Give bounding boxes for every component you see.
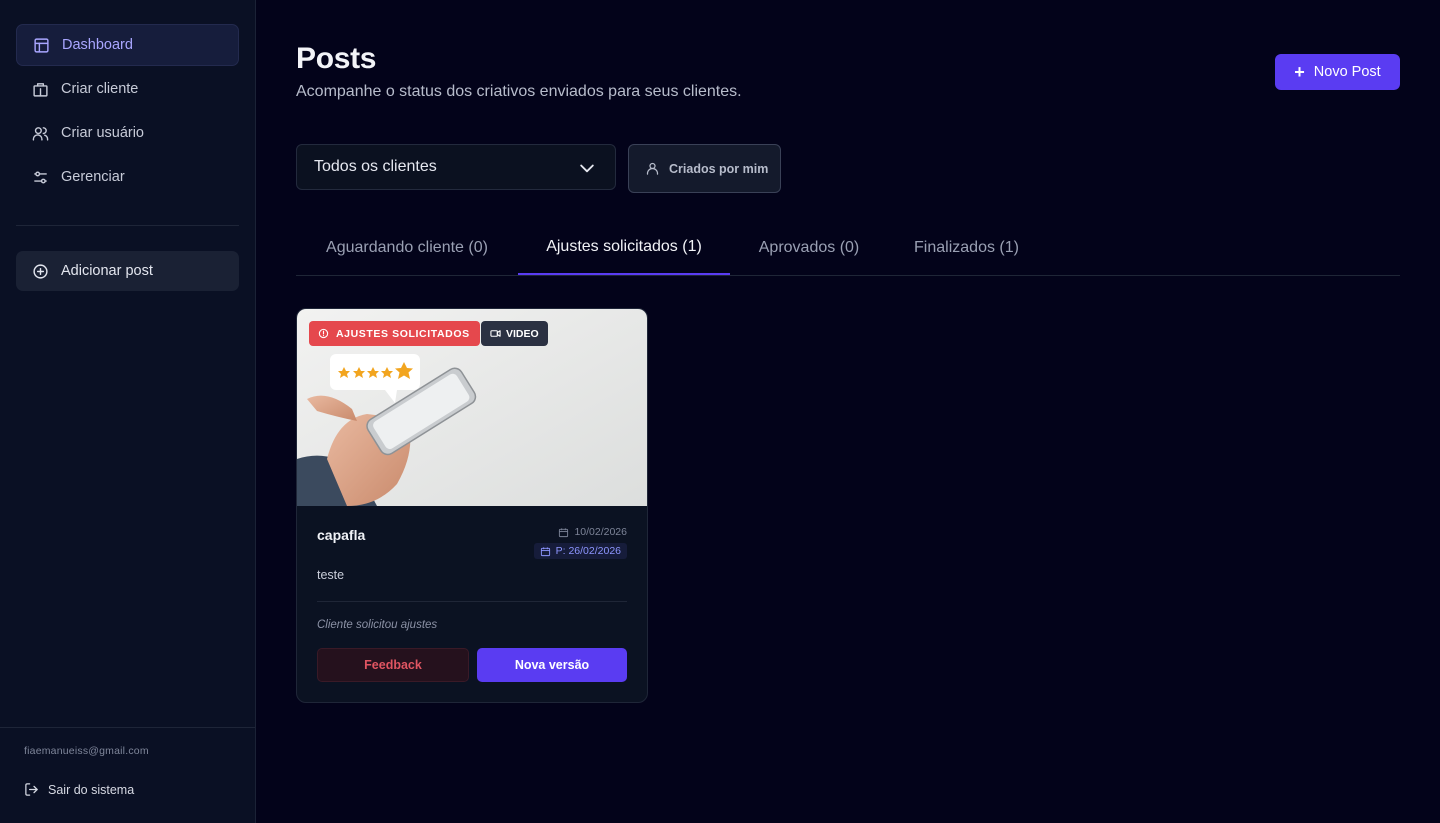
sidebar-item-criar-cliente[interactable]: Criar cliente [16,68,239,110]
post-description: teste [317,568,345,582]
publish-date-text: P: 26/02/2026 [555,545,621,557]
main-content: Posts Acompanhe o status dos criativos e… [256,0,1440,823]
sliders-icon [32,169,49,186]
post-card[interactable]: AJUSTES SOLICITADOS VIDEO capafla 10/02/… [296,308,648,703]
tab-aguardando-cliente[interactable]: Aguardando cliente (0) [296,220,518,275]
sidebar-item-label: Criar usuário [61,125,144,141]
card-divider [317,601,627,602]
sidebar-divider [16,225,239,226]
created-date: 10/02/2026 [558,526,627,538]
sidebar-item-gerenciar[interactable]: Gerenciar [16,156,239,198]
sidebar-item-dashboard[interactable]: Dashboard [16,24,239,66]
feedback-button[interactable]: Feedback [317,648,469,682]
users-icon [32,125,49,142]
status-badge: AJUSTES SOLICITADOS [309,321,480,346]
chevron-down-icon [580,164,594,173]
status-badge-label: AJUSTES SOLICITADOS [336,327,470,340]
client-select[interactable]: Todos os clientes [296,144,616,190]
sidebar-item-label: Gerenciar [61,169,125,185]
add-post-button[interactable]: Adicionar post [16,251,239,291]
add-post-label: Adicionar post [61,263,153,279]
media-type-label: VIDEO [506,327,539,340]
publish-date-badge: P: 26/02/2026 [533,543,627,559]
created-by-me-label: Criados por mim [669,161,769,176]
created-by-me-toggle[interactable]: Criados por mim [628,144,781,193]
page-subtitle: Acompanhe o status dos criativos enviado… [296,83,742,100]
video-icon [490,328,501,339]
post-thumbnail[interactable]: AJUSTES SOLICITADOS VIDEO [297,309,647,506]
tab-ajustes-solicitados[interactable]: Ajustes solicitados (1) [518,220,730,275]
new-post-button[interactable]: + Novo Post [1275,54,1400,90]
sidebar-nav: Dashboard Criar cliente Criar usuário Ge… [16,24,239,200]
sidebar: Dashboard Criar cliente Criar usuário Ge… [0,0,256,823]
post-title: capafla [317,527,366,543]
app-root: Dashboard Criar cliente Criar usuário Ge… [0,0,1440,823]
plus-circle-icon [32,263,49,280]
tab-aprovados[interactable]: Aprovados (0) [730,220,888,275]
media-type-badge: VIDEO [481,321,548,346]
page-title: Posts [296,42,377,75]
sidebar-footer-divider [0,727,255,728]
user-email: fiaemanueiss@gmail.com [24,745,149,757]
plus-icon: + [1294,62,1305,82]
status-tabs: Aguardando cliente (0) Ajustes solicitad… [296,220,1400,276]
building-icon [32,81,49,98]
client-select-value: Todos os clientes [314,158,437,175]
calendar-icon [540,546,551,557]
post-status-text: Cliente solicitou ajustes [317,619,438,631]
created-date-text: 10/02/2026 [574,526,627,538]
calendar-icon [558,527,569,538]
user-icon [645,161,660,176]
logout-button[interactable]: Sair do sistema [24,782,134,797]
alert-circle-icon [318,328,329,339]
new-post-label: Novo Post [1313,64,1381,80]
logout-icon [24,782,39,797]
sidebar-item-criar-usuario[interactable]: Criar usuário [16,112,239,154]
tab-finalizados[interactable]: Finalizados (1) [888,220,1045,275]
sidebar-item-label: Criar cliente [61,81,139,97]
new-version-button[interactable]: Nova versão [477,648,627,682]
sidebar-item-label: Dashboard [62,37,133,53]
layout-icon [33,37,50,54]
logout-label: Sair do sistema [48,782,135,797]
